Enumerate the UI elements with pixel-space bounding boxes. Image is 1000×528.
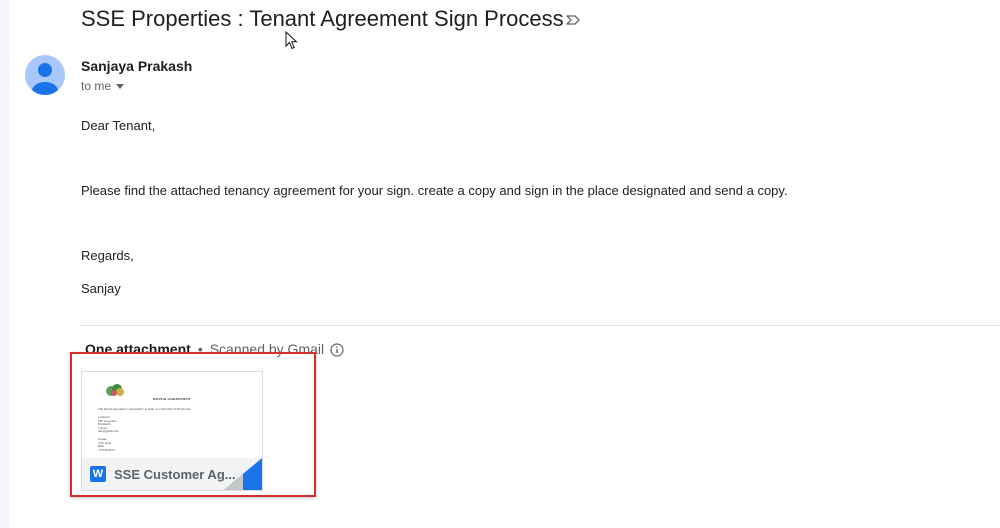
info-icon[interactable] [330,343,344,360]
person-icon [32,63,58,95]
email-greeting: Dear Tenant, [81,118,156,133]
attachment-card[interactable]: RENTAL AGREEMENT This Rental Agreement (… [81,371,263,491]
recipient-label: to me [81,79,112,93]
email-closing: Regards, [81,248,134,263]
attachment-preview[interactable]: RENTAL AGREEMENT This Rental Agreement (… [82,372,262,458]
label-importance-icon[interactable] [565,12,581,33]
document-logo-icon [106,384,124,396]
page-corner-fold-icon [224,458,262,490]
mouse-cursor-icon [285,30,299,56]
left-sidebar-strip [0,0,9,528]
word-doc-icon: W [90,466,106,482]
attachments-divider [81,325,1000,326]
preview-heading: RENTAL AGREEMENT [153,397,191,401]
email-message: Please find the attached tenancy agreeme… [81,183,788,198]
preview-line: +9734426574 [98,447,115,452]
attachments-title: One attachment [85,341,191,357]
attachments-header: One attachment • Scanned by Gmail [85,341,344,360]
preview-line: info@gmail.com [98,429,119,434]
sender-avatar[interactable] [25,55,65,95]
header-separator: • [197,341,203,357]
attachment-file-name[interactable]: SSE Customer Ag... [114,467,236,482]
preview-line: This Rental Agreement ("Agreement") is m… [98,407,191,411]
email-signature: Sanjay [81,281,121,296]
recipient-details-toggle[interactable]: to me [81,79,125,93]
email-subject: SSE Properties : Tenant Agreement Sign P… [81,6,564,31]
caret-down-icon [116,84,125,90]
sender-name[interactable]: Sanjaya Prakash [81,58,192,74]
attachment-footer[interactable]: W SSE Customer Ag... [82,458,262,490]
scanned-by-gmail-label: Scanned by Gmail [209,341,325,357]
